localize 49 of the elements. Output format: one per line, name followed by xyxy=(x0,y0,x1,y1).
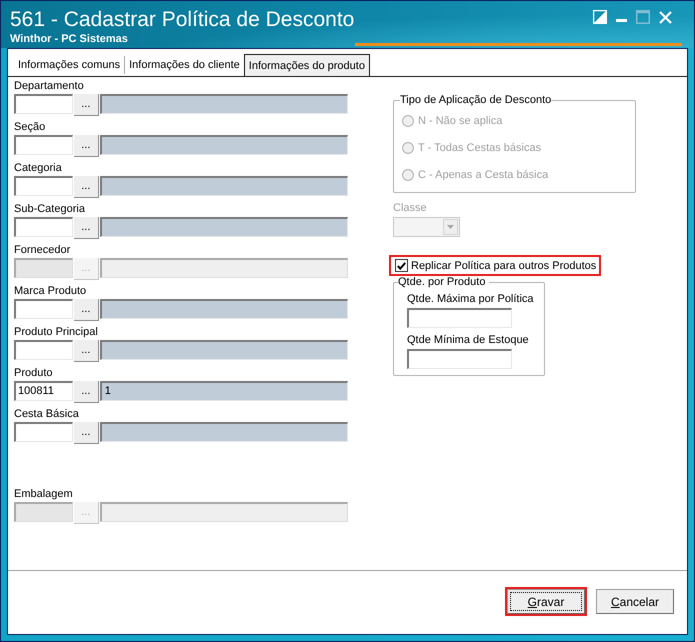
checkbox-label: Replicar Política para outros Produtos xyxy=(411,258,596,272)
field-label: Qtde. Máxima por Política xyxy=(407,292,535,306)
code-field[interactable] xyxy=(14,422,73,442)
code-field[interactable] xyxy=(14,176,73,196)
dialog-button[interactable]: Gravar xyxy=(507,589,585,614)
window-subtitle: Winthor - PC Sistemas xyxy=(10,32,129,46)
browse-button[interactable]: ... xyxy=(74,135,99,157)
field-label: Qtde Mínima de Estoque xyxy=(407,333,530,347)
field-label: Categoria xyxy=(14,161,63,176)
browse-button[interactable]: ... xyxy=(74,381,99,403)
field-label: Seção xyxy=(14,120,46,135)
browse-button[interactable]: ... xyxy=(74,299,99,321)
code-field[interactable] xyxy=(14,94,73,114)
radio-label: T - Todas Cestas básicas xyxy=(418,140,542,154)
field-label: Marca Produto xyxy=(14,284,88,299)
field-label: Embalagem xyxy=(14,487,74,502)
field-label: Produto Principal xyxy=(14,325,99,340)
radio-label: N - Não se aplica xyxy=(418,114,502,128)
description-field: 1 xyxy=(100,381,348,401)
contrast-icon[interactable] xyxy=(593,10,607,24)
group-title: Tipo de Aplicação de Desconto xyxy=(400,93,552,107)
minimize-icon[interactable] xyxy=(616,19,627,23)
field-label: Fornecedor xyxy=(14,243,72,258)
browse-button[interactable]: ... xyxy=(74,422,99,444)
group-title: Qtde. por Produto xyxy=(398,275,486,289)
checkbox[interactable] xyxy=(395,259,408,272)
field-label: Produto xyxy=(14,366,54,381)
code-field[interactable] xyxy=(14,299,73,319)
browse-button[interactable]: ... xyxy=(74,176,99,198)
check-icon xyxy=(397,262,406,270)
code-field[interactable] xyxy=(14,135,73,155)
code-field[interactable] xyxy=(14,340,73,360)
window-title: 561 - Cadastrar Política de Desconto xyxy=(10,7,354,32)
code-field[interactable]: 100811 xyxy=(14,381,73,401)
field-label: Cesta Básica xyxy=(14,407,80,422)
field-label: Departamento xyxy=(14,79,85,94)
field-label: Classe xyxy=(393,201,427,215)
browse-button[interactable]: ... xyxy=(74,94,99,116)
field-label: Sub-Categoria xyxy=(14,202,86,217)
input-field[interactable] xyxy=(407,308,512,328)
code-field[interactable] xyxy=(14,217,73,237)
browse-button[interactable]: ... xyxy=(74,217,99,239)
tab[interactable]: Informações do produto xyxy=(244,54,370,76)
caret-icon xyxy=(447,225,454,229)
input-field[interactable] xyxy=(407,349,512,369)
browse-button[interactable]: ... xyxy=(74,340,99,362)
close-icon[interactable] xyxy=(659,11,672,24)
dialog-button[interactable]: Cancelar xyxy=(596,589,674,614)
radio-label: C - Apenas a Cesta básica xyxy=(418,168,548,182)
